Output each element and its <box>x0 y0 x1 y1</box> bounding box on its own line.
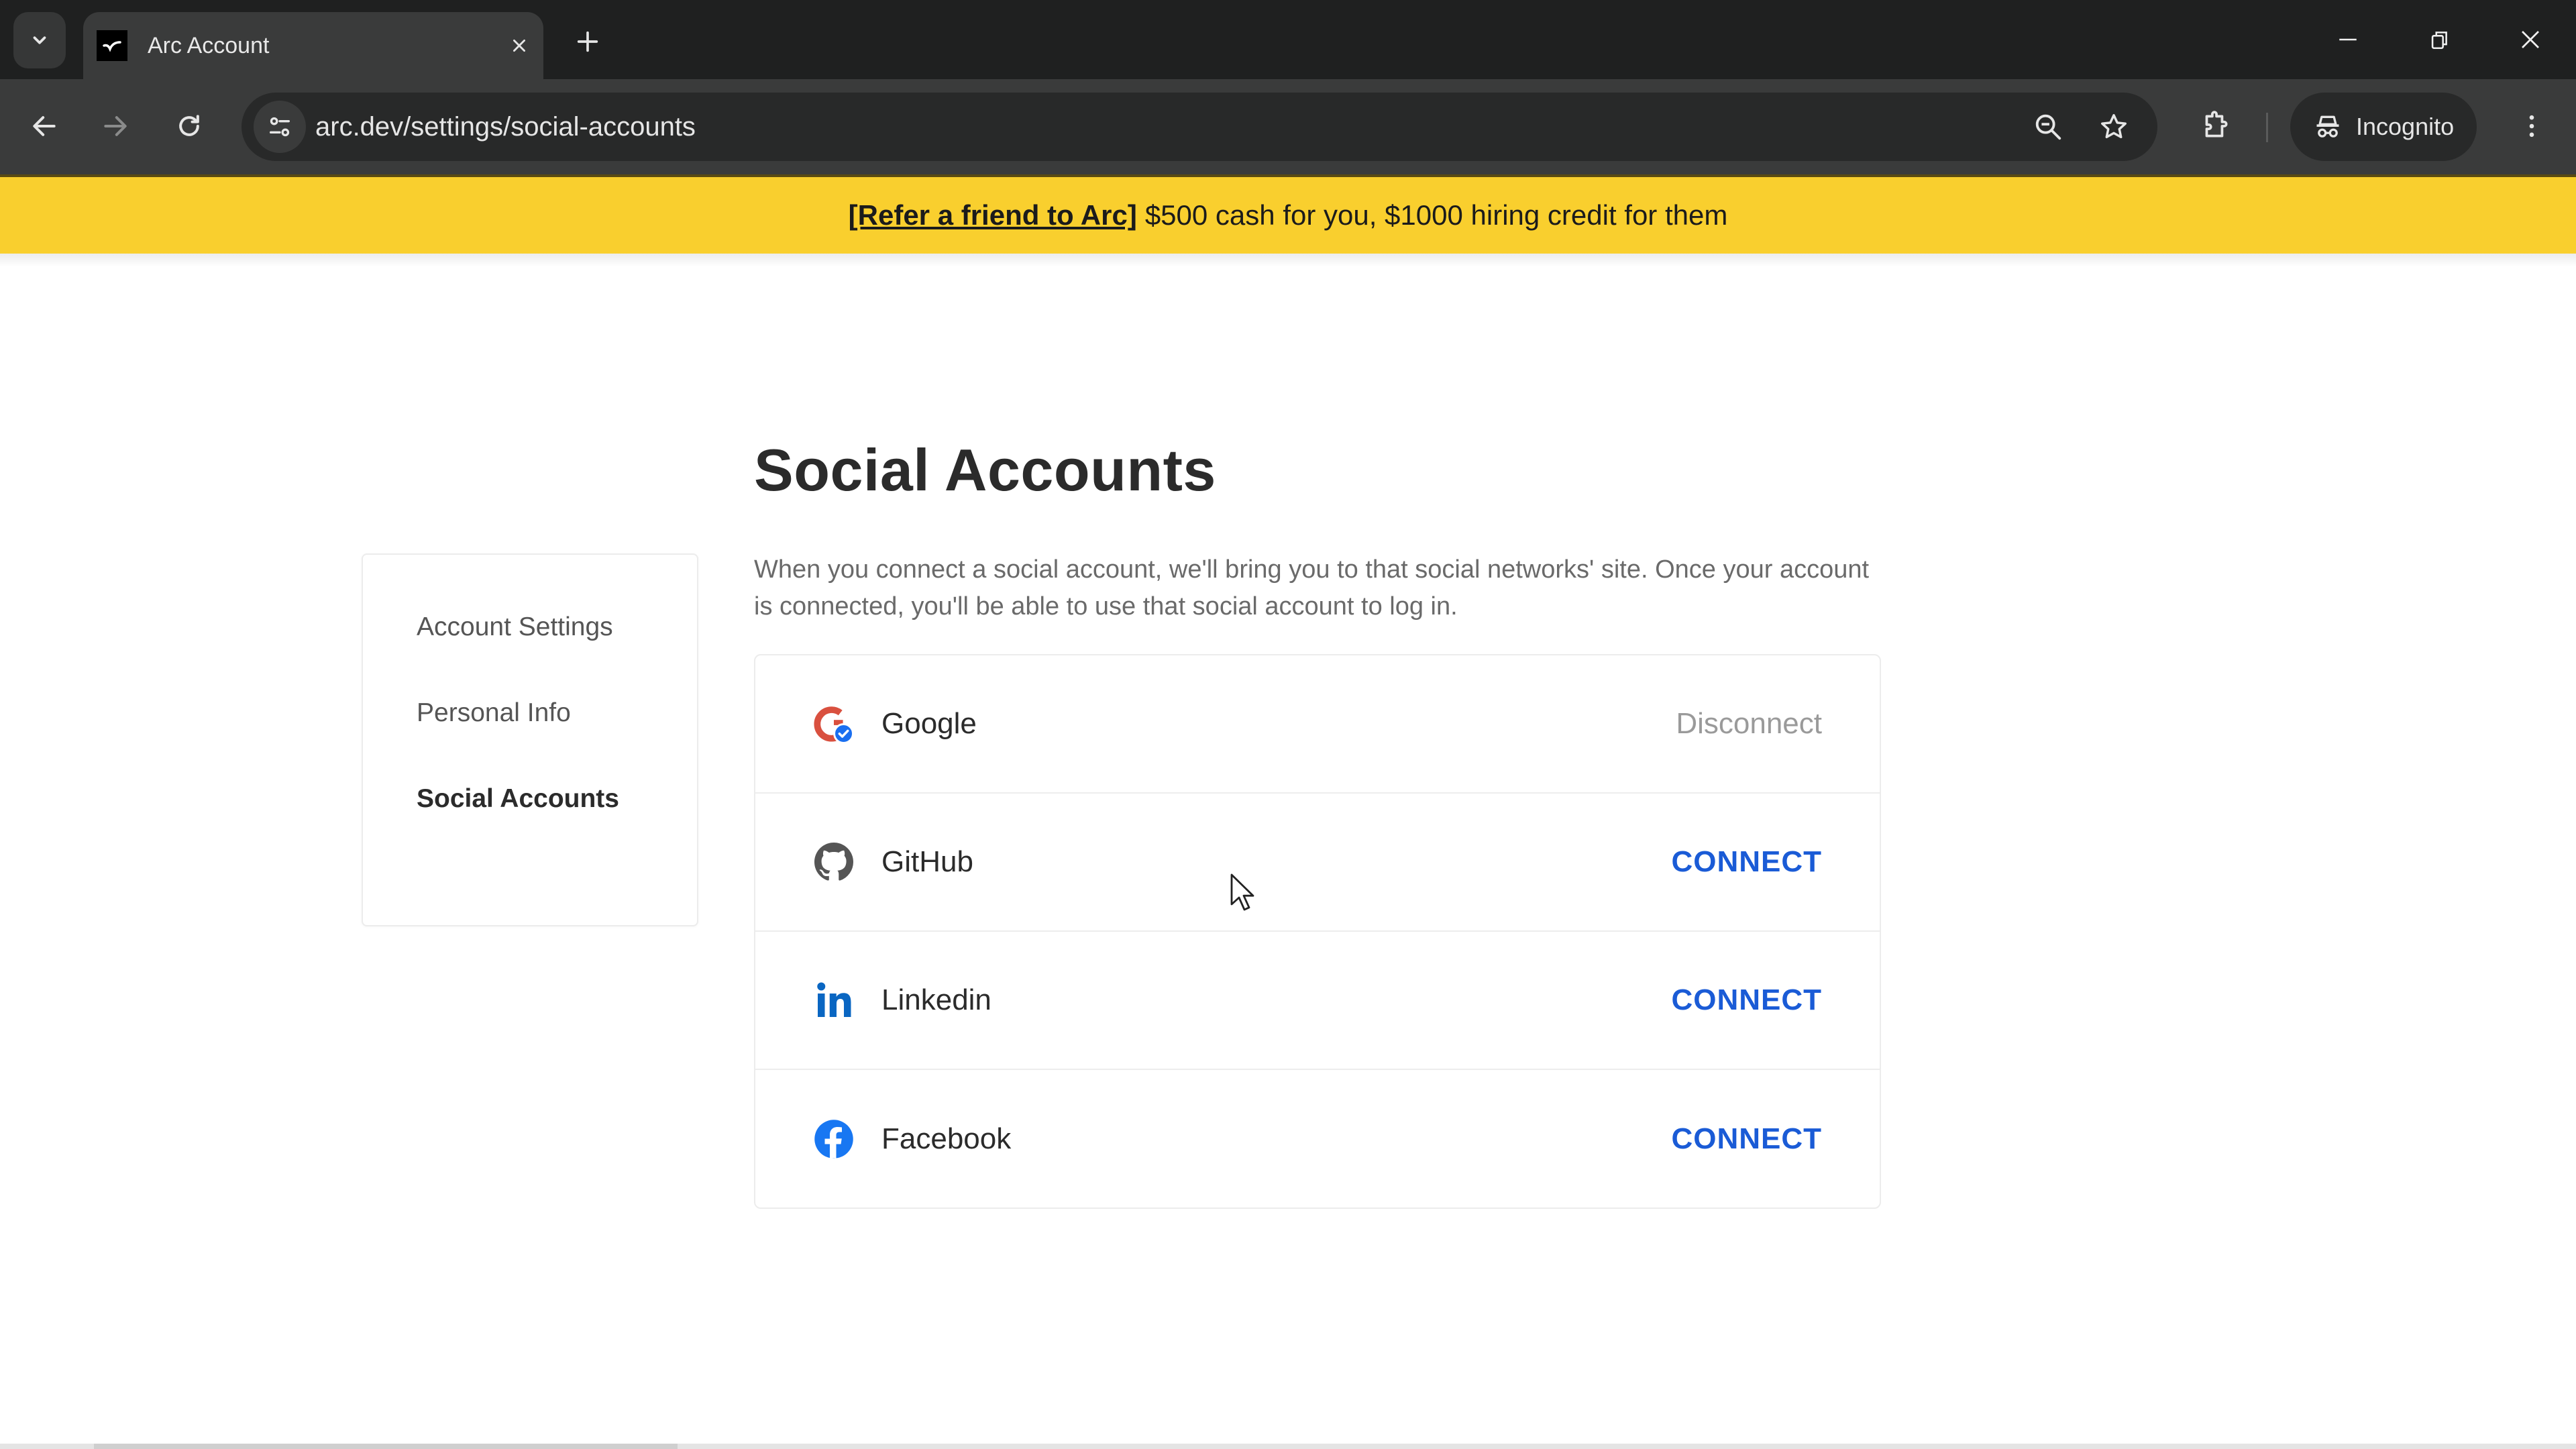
incognito-profile-button[interactable]: Incognito <box>2290 93 2477 161</box>
extensions-button[interactable] <box>2194 105 2237 148</box>
sidebar-item-social-accounts[interactable]: Social Accounts <box>417 784 619 814</box>
more-vertical-icon <box>2529 115 2534 138</box>
banner-message: $500 cash for you, $1000 hiring credit f… <box>1144 199 1728 231</box>
chevron-down-icon <box>33 36 46 44</box>
bookmark-button[interactable] <box>2094 107 2133 146</box>
facebook-icon <box>813 1118 855 1160</box>
google-icon <box>813 703 855 745</box>
github-icon <box>813 841 855 883</box>
address-bar[interactable]: arc.dev/settings/social-accounts <box>241 93 2157 161</box>
tab-search-button[interactable] <box>13 12 66 68</box>
forward-button[interactable] <box>94 105 137 148</box>
account-name: Facebook <box>881 1122 1012 1155</box>
horizontal-scrollbar[interactable] <box>0 1444 2576 1449</box>
restore-button[interactable] <box>2394 0 2485 79</box>
star-icon <box>2101 114 2127 139</box>
connect-github-button[interactable]: CONNECT <box>1671 845 1822 879</box>
tab-close-button[interactable] <box>503 30 535 62</box>
reload-button[interactable] <box>168 105 211 148</box>
refer-friend-link[interactable]: [Refer a friend to Arc] <box>849 199 1137 231</box>
new-tab-button[interactable] <box>569 23 606 60</box>
site-info-button[interactable] <box>254 101 306 153</box>
sidebar-item-personal-info[interactable]: Personal Info <box>417 698 571 728</box>
scrollbar-thumb[interactable] <box>94 1444 678 1449</box>
connect-linkedin-button[interactable]: CONNECT <box>1671 983 1822 1017</box>
account-row-linkedin: Linkedin CONNECT <box>755 932 1880 1070</box>
url-text[interactable]: arc.dev/settings/social-accounts <box>315 93 696 161</box>
browser-menu-button[interactable] <box>2510 105 2553 148</box>
linkedin-icon <box>813 979 855 1021</box>
window-close-button[interactable] <box>2485 0 2576 79</box>
close-icon <box>2522 31 2539 48</box>
social-accounts-list: Google Disconnect GitHub CONNECT Linkedi… <box>754 654 1881 1209</box>
incognito-icon <box>2316 115 2339 138</box>
account-row-google: Google Disconnect <box>755 655 1880 794</box>
disconnect-google-button[interactable]: Disconnect <box>1676 707 1822 741</box>
arc-logo-icon <box>97 30 127 61</box>
minimize-icon <box>2339 38 2357 41</box>
account-name: Linkedin <box>881 983 991 1016</box>
arrow-left-icon <box>33 116 56 136</box>
account-name: GitHub <box>881 845 973 878</box>
tune-icon <box>270 117 290 137</box>
referral-banner: [Refer a friend to Arc] $500 cash for yo… <box>0 174 2576 254</box>
zoom-out-icon <box>2035 114 2061 140</box>
account-name: Google <box>881 707 977 740</box>
back-button[interactable] <box>23 105 66 148</box>
page-title: Social Accounts <box>754 437 1216 503</box>
browser-toolbar: arc.dev/settings/social-accounts Incogni… <box>0 79 2576 174</box>
minimize-button[interactable] <box>2302 0 2394 79</box>
tab-title: Arc Account <box>148 32 270 58</box>
page-description: When you connect a social account, we'll… <box>754 555 1870 621</box>
browser-tab[interactable]: Arc Account <box>83 12 543 79</box>
zoom-button[interactable] <box>2029 107 2068 146</box>
mouse-cursor-icon <box>1230 873 1254 911</box>
banner-shadow <box>0 254 2576 267</box>
toolbar-divider <box>2266 113 2268 142</box>
close-icon <box>513 40 525 52</box>
window-controls <box>2302 0 2576 79</box>
connect-facebook-button[interactable]: CONNECT <box>1671 1122 1822 1156</box>
restore-icon <box>2431 32 2447 50</box>
reload-icon <box>179 115 199 136</box>
arrow-right-icon <box>104 116 127 136</box>
puzzle-icon <box>2205 111 2228 138</box>
profile-label: Incognito <box>2356 113 2455 140</box>
account-row-github: GitHub CONNECT <box>755 794 1880 932</box>
sidebar-item-account-settings[interactable]: Account Settings <box>417 612 613 642</box>
tab-strip: Arc Account <box>0 0 2576 79</box>
plus-icon <box>577 31 598 52</box>
account-row-facebook: Facebook CONNECT <box>755 1070 1880 1208</box>
settings-sidebar: Account Settings Personal Info Social Ac… <box>362 553 698 926</box>
